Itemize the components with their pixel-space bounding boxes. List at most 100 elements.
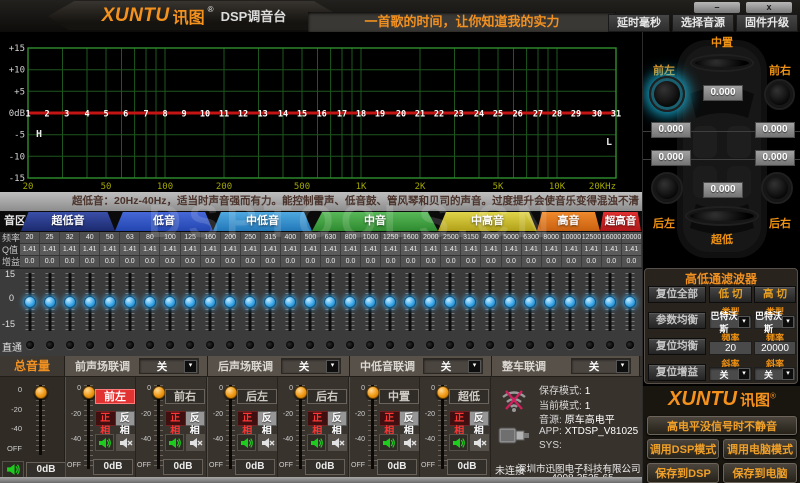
whole-car-link-select[interactable]: 关 ▾ (571, 358, 631, 374)
reset-gain-button[interactable]: 复位增益 (648, 364, 706, 381)
channel-fader[interactable] (224, 385, 237, 469)
eq-cell[interactable]: 0.0 (140, 256, 161, 268)
eq-band-slider[interactable] (40, 271, 60, 335)
slider-knob[interactable] (544, 296, 556, 308)
speaker-on-button[interactable] (237, 434, 256, 451)
eq-cell[interactable]: 1.41 (100, 244, 121, 256)
eq-cell[interactable]: 1.41 (300, 244, 321, 256)
eq-cell[interactable]: 1.41 (140, 244, 161, 256)
channel-name-rear-left[interactable]: 后左 (237, 389, 277, 404)
eq-cell[interactable]: 315 (260, 232, 281, 244)
eq-cell[interactable]: 16000 (601, 232, 622, 244)
eq-band-slider[interactable] (560, 271, 580, 335)
eq-band-slider[interactable] (120, 271, 140, 335)
slider-knob[interactable] (584, 296, 596, 308)
eq-cell[interactable]: 12500 (581, 232, 602, 244)
speaker-on-button[interactable] (165, 434, 184, 451)
eq-band-slider[interactable] (20, 271, 40, 335)
bypass-indicator[interactable] (26, 341, 34, 349)
eq-band-slider[interactable] (520, 271, 540, 335)
eq-cell[interactable]: 0.0 (581, 256, 602, 268)
eq-cell[interactable]: 1.41 (280, 244, 301, 256)
eq-cell[interactable]: 0.0 (441, 256, 462, 268)
eq-cell[interactable]: 5000 (501, 232, 522, 244)
eq-band-slider[interactable] (620, 271, 640, 335)
slider-knob[interactable] (324, 296, 336, 308)
eq-band-slider[interactable] (440, 271, 460, 335)
eq-cell[interactable]: 630 (320, 232, 341, 244)
bypass-indicator[interactable] (266, 341, 274, 349)
eq-cell[interactable]: 1.41 (20, 244, 41, 256)
channel-fader-knob[interactable] (294, 386, 307, 399)
eq-cell[interactable]: 1.41 (481, 244, 502, 256)
eq-cell[interactable]: 0.0 (320, 256, 341, 268)
slider-knob[interactable] (144, 296, 156, 308)
delay-center[interactable]: 0.000 (703, 85, 743, 101)
slider-knob[interactable] (124, 296, 136, 308)
eq-cell[interactable]: 1.41 (361, 244, 382, 256)
eq-band-slider[interactable] (240, 271, 260, 335)
bypass-indicator[interactable] (606, 341, 614, 349)
phase-positive-button[interactable]: 正相 (449, 411, 470, 437)
eq-cell[interactable]: 1.41 (501, 244, 522, 256)
eq-band-slider[interactable] (140, 271, 160, 335)
master-fader[interactable] (34, 385, 47, 455)
eq-cell[interactable]: 800 (341, 232, 362, 244)
firmware-upgrade-button[interactable]: 固件升级 (736, 14, 798, 32)
eq-cell[interactable]: 63 (120, 232, 141, 244)
bypass-indicator[interactable] (126, 341, 134, 349)
eq-cell[interactable]: 50 (100, 232, 121, 244)
bypass-indicator[interactable] (566, 341, 574, 349)
eq-cell[interactable]: 3150 (461, 232, 482, 244)
speaker-on-button[interactable] (307, 434, 326, 451)
eq-cell[interactable]: 1.41 (621, 244, 642, 256)
phase-positive-button[interactable]: 正相 (95, 411, 116, 437)
channel-name-front-left[interactable]: 前左 (95, 389, 135, 404)
slider-knob[interactable] (204, 296, 216, 308)
channel-name-rear-right[interactable]: 后右 (307, 389, 347, 404)
eq-cell[interactable]: 0.0 (601, 256, 622, 268)
bypass-indicator[interactable] (366, 341, 374, 349)
low-cut-button[interactable]: 低 切 (709, 286, 752, 303)
bypass-indicator[interactable] (546, 341, 554, 349)
zone-sub-bass[interactable]: 超低音 (21, 212, 115, 231)
channel-name-front-right[interactable]: 前右 (165, 389, 205, 404)
bypass-indicator[interactable] (446, 341, 454, 349)
eq-cell[interactable]: 0.0 (180, 256, 201, 268)
eq-cell[interactable]: 1.41 (421, 244, 442, 256)
channel-fader[interactable] (152, 385, 165, 469)
eq-cell[interactable]: 1.41 (120, 244, 141, 256)
bypass-indicator[interactable] (146, 341, 154, 349)
master-fader-knob[interactable] (34, 386, 47, 399)
eq-band-slider[interactable] (480, 271, 500, 335)
mute-button[interactable] (470, 434, 489, 451)
eq-cell[interactable]: 0.0 (341, 256, 362, 268)
speaker-on-button[interactable] (95, 434, 114, 451)
eq-cell[interactable]: 0.0 (100, 256, 121, 268)
channel-fader-knob[interactable] (82, 386, 95, 399)
eq-band-slider[interactable] (500, 271, 520, 335)
eq-cell[interactable]: 0.0 (361, 256, 382, 268)
slider-knob[interactable] (604, 296, 616, 308)
zone-mid-high[interactable]: 中高音 (438, 212, 537, 231)
eq-cell[interactable]: 25 (40, 232, 61, 244)
low-cut-frequency-value[interactable]: 20 (709, 341, 752, 355)
rear-right-speaker[interactable] (761, 172, 793, 204)
eq-cell[interactable]: 0.0 (421, 256, 442, 268)
phase-positive-button[interactable]: 正相 (379, 411, 400, 437)
eq-band-slider[interactable] (320, 271, 340, 335)
save-to-pc-button[interactable]: 保存到电脑 (723, 463, 797, 483)
bypass-indicator[interactable] (286, 341, 294, 349)
eq-cell[interactable]: 1.41 (441, 244, 462, 256)
eq-cell[interactable]: 0.0 (521, 256, 542, 268)
eq-band-slider[interactable] (280, 271, 300, 335)
slider-knob[interactable] (244, 296, 256, 308)
no-mute-high-level-button[interactable]: 高电平没信号时不静音 (647, 416, 797, 435)
channel-fader[interactable] (436, 385, 449, 469)
eq-band-slider[interactable] (380, 271, 400, 335)
eq-cell[interactable]: 0.0 (280, 256, 301, 268)
bypass-indicator[interactable] (526, 341, 534, 349)
zone-mid-bass[interactable]: 中低音 (213, 212, 312, 231)
bypass-indicator[interactable] (586, 341, 594, 349)
bypass-indicator[interactable] (306, 341, 314, 349)
